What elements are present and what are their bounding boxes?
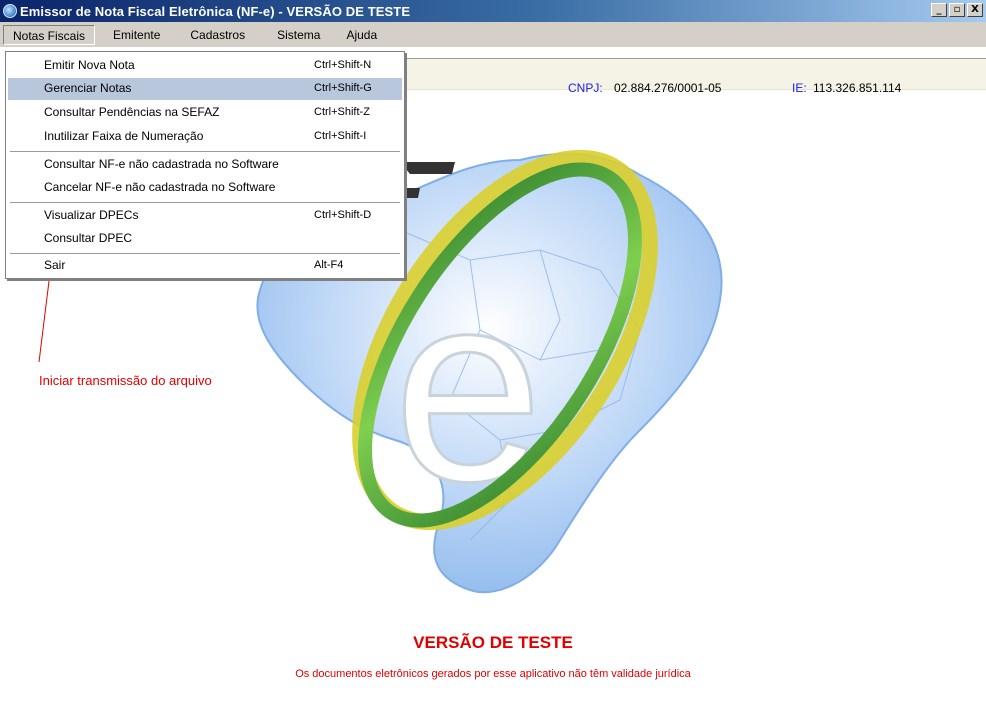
menu-item-cancelar-nfe[interactable]: Cancelar NF-e não cadastrada no Software	[8, 177, 402, 199]
menu-item-label: Gerenciar Notas	[44, 81, 132, 95]
menu-separator	[10, 202, 400, 204]
menu-item-label: Emitir Nova Nota	[44, 58, 135, 72]
menu-item-shortcut: Ctrl+Shift-I	[314, 130, 367, 142]
menu-item-shortcut: Ctrl+Shift-N	[314, 59, 372, 71]
menu-item-consultar-pendencias[interactable]: Consultar Pendências na SEFAZ Ctrl+Shift…	[8, 102, 402, 124]
menu-item-label: Consultar DPEC	[44, 231, 133, 245]
menu-item-emitir-nova-nota[interactable]: Emitir Nova Nota Ctrl+Shift-N	[8, 55, 402, 77]
menu-item-sair[interactable]: Sair Alt-F4	[8, 255, 402, 277]
menu-item-consultar-dpec[interactable]: Consultar DPEC	[8, 228, 402, 250]
menu-item-shortcut: Ctrl+Shift-G	[314, 82, 372, 94]
menu-item-label: Sair	[44, 258, 66, 272]
test-version-note: Os documentos eletrônicos gerados por es…	[295, 668, 691, 680]
menu-item-label: Consultar NF-e não cadastrada no Softwar…	[44, 157, 279, 171]
menu-item-shortcut: Alt-F4	[314, 259, 344, 271]
menu-item-label: Consultar Pendências na SEFAZ	[44, 105, 220, 119]
menu-separator	[10, 151, 400, 153]
menu-item-shortcut: Ctrl+Shift-Z	[314, 106, 370, 118]
menu-item-label: Inutilizar Faixa de Numeração	[44, 129, 204, 143]
menu-item-label: Visualizar DPECs	[44, 208, 139, 222]
e-letter: e	[393, 237, 543, 538]
menu-item-visualizar-dpecs[interactable]: Visualizar DPECs Ctrl+Shift-D	[8, 205, 402, 227]
annotation-text: Iniciar transmissão do arquivo	[39, 373, 212, 388]
test-version-title: VERSÃO DE TESTE	[413, 633, 573, 652]
menu-item-shortcut: Ctrl+Shift-D	[314, 209, 372, 221]
menu-item-consultar-nfe[interactable]: Consultar NF-e não cadastrada no Softwar…	[8, 154, 402, 176]
menu-item-gerenciar-notas[interactable]: Gerenciar Notas Ctrl+Shift-G	[8, 78, 402, 100]
menu-item-inutilizar-faixa[interactable]: Inutilizar Faixa de Numeração Ctrl+Shift…	[8, 126, 402, 148]
notas-fiscais-dropdown: Emitir Nova Nota Ctrl+Shift-N Gerenciar …	[5, 51, 405, 279]
menu-item-label: Cancelar NF-e não cadastrada no Software	[44, 180, 276, 194]
